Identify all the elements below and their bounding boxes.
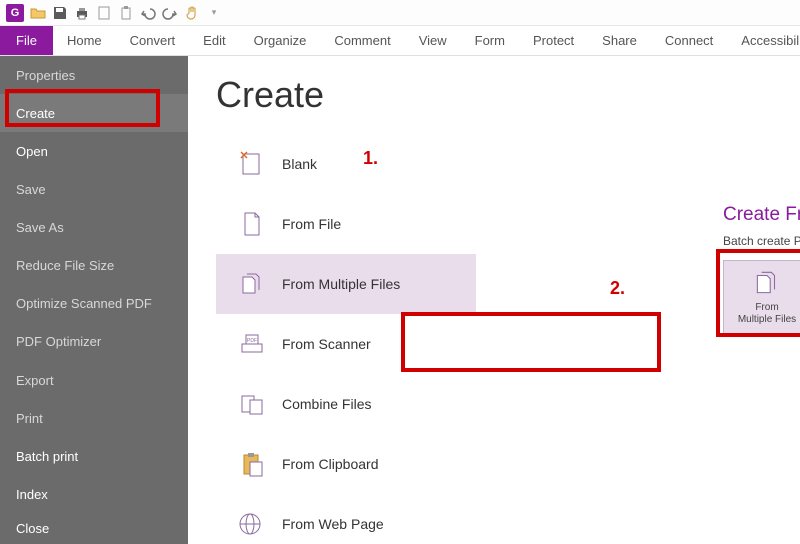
hand-tool-icon[interactable] <box>184 5 200 21</box>
main-content: 1. Create Blank From File From Multiple … <box>188 56 800 544</box>
tab-edit[interactable]: Edit <box>189 26 239 55</box>
sidebar-item-pdf-optimizer[interactable]: PDF Optimizer <box>0 323 188 361</box>
create-item-from-scanner[interactable]: PDF From Scanner <box>216 314 476 374</box>
file-menu-sidebar: Properties Create Open Save Save As Redu… <box>0 56 188 544</box>
tab-connect[interactable]: Connect <box>651 26 727 55</box>
page-title: Create <box>216 74 800 116</box>
right-panel-title: Create From Multiple Files <box>723 204 800 226</box>
redo-icon[interactable] <box>162 5 178 21</box>
sidebar-item-optimize-scanned-pdf[interactable]: Optimize Scanned PDF <box>0 285 188 323</box>
sidebar-item-reduce-file-size[interactable]: Reduce File Size <box>0 247 188 285</box>
scanner-icon: PDF <box>238 330 266 358</box>
combine-files-icon <box>238 390 266 418</box>
tab-accessibility[interactable]: Accessibility <box>727 26 800 55</box>
annotation-label-1: 1. <box>363 148 378 169</box>
tab-protect[interactable]: Protect <box>519 26 588 55</box>
right-panel-subtitle: Batch create PDF documents from multiple… <box>723 234 800 248</box>
sidebar-item-open[interactable]: Open <box>0 132 188 170</box>
create-item-label: From Multiple Files <box>282 276 400 292</box>
tab-organize[interactable]: Organize <box>240 26 321 55</box>
svg-text:PDF: PDF <box>247 338 257 344</box>
create-item-blank[interactable]: Blank <box>216 134 476 194</box>
sidebar-item-save[interactable]: Save <box>0 170 188 208</box>
tab-view[interactable]: View <box>405 26 461 55</box>
annotation-label-2: 2. <box>610 278 625 299</box>
multiple-files-icon <box>752 268 782 298</box>
sidebar-item-index[interactable]: Index <box>0 475 188 513</box>
undo-icon[interactable] <box>140 5 156 21</box>
tab-comment[interactable]: Comment <box>320 26 404 55</box>
tile-from-multiple-files[interactable]: From Multiple Files <box>723 260 800 334</box>
tab-form[interactable]: Form <box>461 26 519 55</box>
clipboard-icon[interactable] <box>118 5 134 21</box>
create-item-label: From Clipboard <box>282 456 378 472</box>
create-item-from-file[interactable]: From File <box>216 194 476 254</box>
tab-file[interactable]: File <box>0 26 53 55</box>
tile-label: From Multiple Files <box>738 302 796 326</box>
multiple-files-icon <box>238 270 266 298</box>
blank-doc-icon <box>238 150 266 178</box>
sidebar-item-create[interactable]: Create <box>0 94 188 132</box>
save-icon[interactable] <box>52 5 68 21</box>
sidebar-item-close[interactable]: Close <box>0 514 188 544</box>
clipboard-doc-icon <box>238 450 266 478</box>
quick-access-toolbar: G ▾ <box>0 0 800 26</box>
tab-home[interactable]: Home <box>53 26 116 55</box>
create-item-from-web-page[interactable]: From Web Page <box>216 494 476 544</box>
sidebar-item-save-as[interactable]: Save As <box>0 209 188 247</box>
sidebar-item-print[interactable]: Print <box>0 399 188 437</box>
sidebar-item-batch-print[interactable]: Batch print <box>0 437 188 475</box>
from-file-icon <box>238 210 266 238</box>
create-item-label: Combine Files <box>282 396 371 412</box>
ribbon-tabs: File Home Convert Edit Organize Comment … <box>0 26 800 56</box>
print-icon[interactable] <box>74 5 90 21</box>
app-logo-icon: G <box>6 4 24 22</box>
create-item-combine-files[interactable]: Combine Files <box>216 374 476 434</box>
blank-page-icon[interactable] <box>96 5 112 21</box>
sidebar-item-properties[interactable]: Properties <box>0 56 188 94</box>
create-item-from-multiple-files[interactable]: From Multiple Files <box>216 254 476 314</box>
create-options-list: Blank From File From Multiple Files PDF … <box>216 134 476 544</box>
create-item-label: From Scanner <box>282 336 371 352</box>
open-folder-icon[interactable] <box>30 5 46 21</box>
globe-icon <box>238 510 266 538</box>
sidebar-item-export[interactable]: Export <box>0 361 188 399</box>
create-item-from-clipboard[interactable]: From Clipboard <box>216 434 476 494</box>
create-item-label: Blank <box>282 156 317 172</box>
right-detail-panel: Create From Multiple Files Batch create … <box>723 204 800 334</box>
dropdown-caret-icon[interactable]: ▾ <box>206 5 222 21</box>
tab-convert[interactable]: Convert <box>116 26 190 55</box>
create-item-label: From File <box>282 216 341 232</box>
tab-share[interactable]: Share <box>588 26 651 55</box>
create-item-label: From Web Page <box>282 516 384 532</box>
